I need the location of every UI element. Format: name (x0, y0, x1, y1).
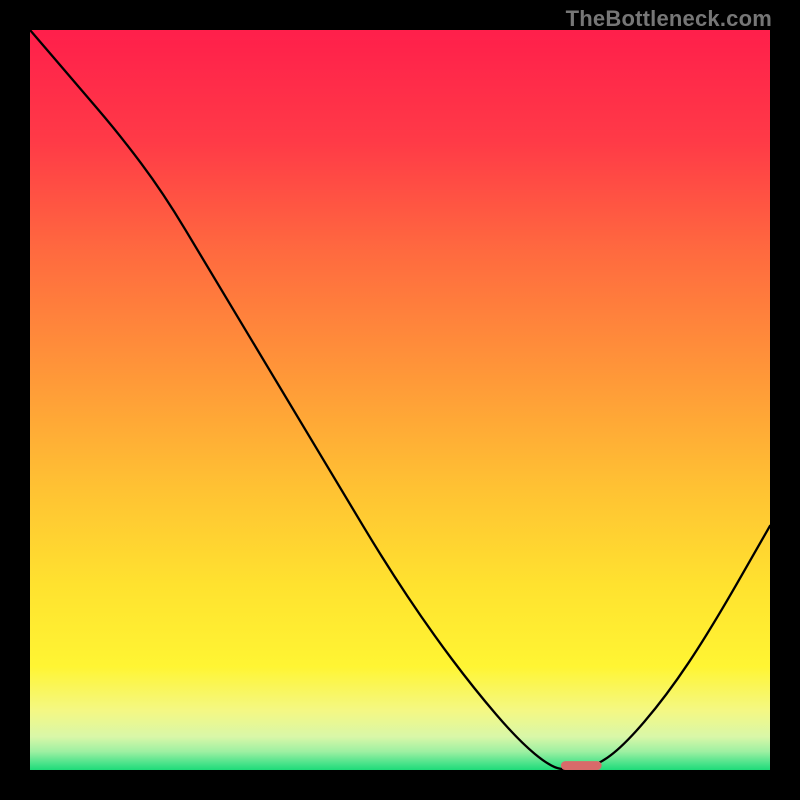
chart-frame: TheBottleneck.com (0, 0, 800, 800)
gradient-background (30, 30, 770, 770)
optimal-marker (561, 761, 602, 770)
plot-area (30, 30, 770, 770)
chart-svg (30, 30, 770, 770)
watermark-text: TheBottleneck.com (566, 6, 772, 32)
